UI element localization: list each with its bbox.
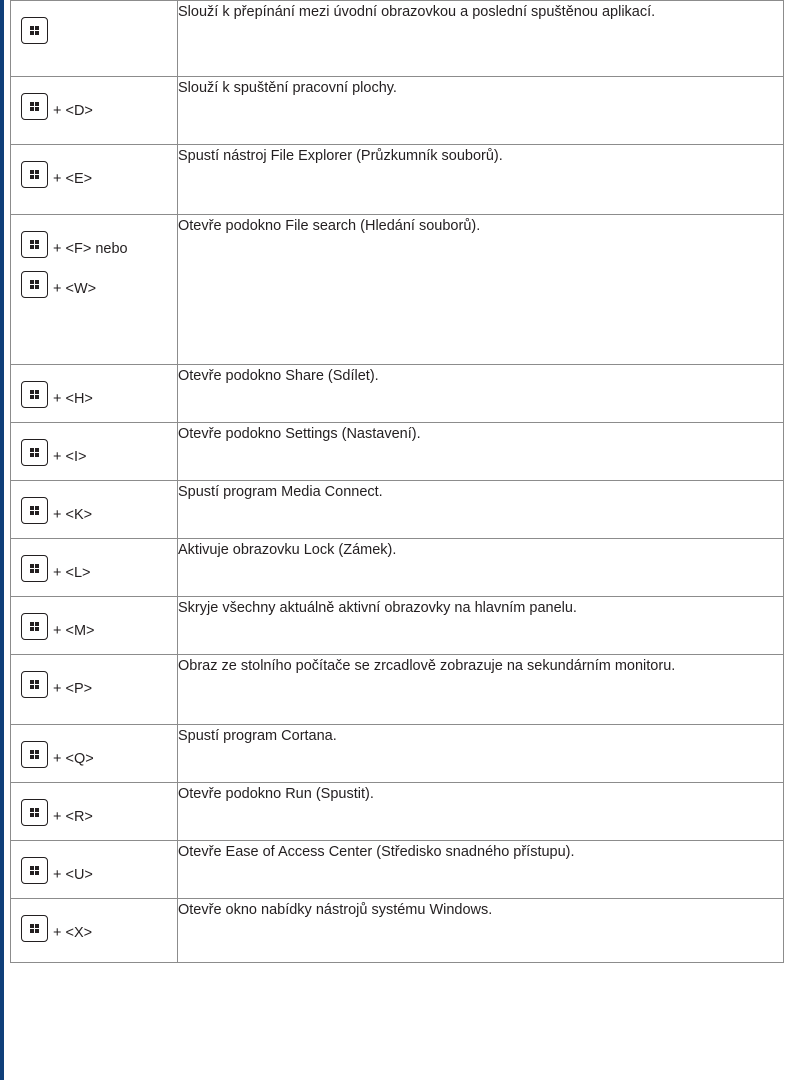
windows-key-icon [21,857,48,884]
key-combination: + <Q> [21,741,177,769]
windows-key-icon [21,555,48,582]
shortcut-row: + <F> nebo + <W> Otevře podokno File searc… [10,214,784,365]
windows-key-icon [21,231,48,258]
windows-key-icon [21,271,48,298]
shortcut-description: Slouží k přepínání mezi úvodní obrazovko… [177,0,784,77]
key-combination: + <F> nebo [21,231,177,259]
key-suffix: + <E> [53,171,93,187]
key-suffix: + <M> [53,623,95,639]
shortcut-row: + <M> Skryje všechny aktuálně aktivní obr… [10,596,784,655]
shortcut-keys-cell: + <U> [10,840,178,899]
shortcut-row: + <D> Slouží k spuštění pracovní plochy. [10,76,784,145]
shortcut-keys-cell: + <L> [10,538,178,597]
shortcut-keys-cell: + <H> [10,364,178,423]
shortcut-row: + <K> Spustí program Media Connect. [10,480,784,539]
key-suffix: + <K> [53,507,93,523]
key-suffix: + <W> [53,281,97,297]
shortcut-description: Obraz ze stolního počítače se zrcadlově … [177,654,784,725]
key-combination: + <U> [21,857,177,885]
shortcut-row: + <I> Otevře podokno Settings (Nastavení)… [10,422,784,481]
shortcut-description: Spustí program Media Connect. [177,480,784,539]
key-combination: + <H> [21,381,177,409]
windows-key-icon [21,381,48,408]
key-suffix: + <H> [53,391,93,407]
shortcut-description: Otevře podokno Run (Spustit). [177,782,784,841]
windows-key-icon [21,497,48,524]
shortcut-keys-cell: + <R> [10,782,178,841]
shortcut-description: Spustí program Cortana. [177,724,784,783]
shortcut-row: + <H> Otevře podokno Share (Sdílet). [10,364,784,423]
shortcut-row: + <R> Otevře podokno Run (Spustit). [10,782,784,841]
shortcut-keys-cell: + <I> [10,422,178,481]
key-combination: + <P> [21,671,177,699]
shortcut-description: Spustí nástroj File Explorer (Průzkumník… [177,144,784,215]
key-combination: + <X> [21,915,177,943]
shortcut-row: + <E> Spustí nástroj File Explorer (Průzk… [10,144,784,215]
windows-key-icon [21,741,48,768]
windows-key-icon [21,799,48,826]
key-combination: + <K> [21,497,177,525]
shortcut-description: Otevře podokno File search (Hledání soub… [177,214,784,365]
shortcut-description: Otevře Ease of Access Center (Středisko … [177,840,784,899]
shortcut-description: Otevře okno nabídky nástrojů systému Win… [177,898,784,963]
shortcut-row: + <P> Obraz ze stolního počítače se zrcad… [10,654,784,725]
windows-key-icon [21,93,48,120]
shortcut-row: + <L> Aktivuje obrazovku Lock (Zámek). [10,538,784,597]
shortcut-description: Skryje všechny aktuálně aktivní obrazovk… [177,596,784,655]
key-suffix: + <F> nebo [53,241,128,257]
shortcut-keys-cell: + <P> [10,654,178,725]
key-combination [21,17,177,45]
windows-key-icon [21,161,48,188]
shortcut-row: Slouží k přepínání mezi úvodní obrazovko… [10,0,784,77]
key-combination: + <M> [21,613,177,641]
shortcut-keys-cell [10,0,178,77]
shortcut-table-body: Slouží k přepínání mezi úvodní obrazovko… [10,0,784,963]
key-suffix: + <R> [53,809,93,825]
shortcut-keys-cell: + <K> [10,480,178,539]
shortcut-table: Slouží k přepínání mezi úvodní obrazovko… [10,0,784,963]
shortcut-row: + <Q> Spustí program Cortana. [10,724,784,783]
shortcut-keys-cell: + <M> [10,596,178,655]
key-combination: + <E> [21,161,177,189]
windows-key-icon [21,439,48,466]
key-combination: + <D> [21,93,177,121]
shortcut-description: Aktivuje obrazovku Lock (Zámek). [177,538,784,597]
windows-key-icon [21,17,48,44]
shortcut-description: Otevře podokno Settings (Nastavení). [177,422,784,481]
shortcut-description: Slouží k spuštění pracovní plochy. [177,76,784,145]
shortcut-row: + <X> Otevře okno nabídky nástrojů systém… [10,898,784,963]
key-suffix: + <L> [53,565,91,581]
windows-key-icon [21,671,48,698]
shortcut-description: Otevře podokno Share (Sdílet). [177,364,784,423]
shortcut-keys-cell: + <D> [10,76,178,145]
key-combination: + <I> [21,439,177,467]
key-suffix: + <U> [53,867,93,883]
shortcut-keys-cell: + <Q> [10,724,178,783]
shortcut-keys-cell: + <E> [10,144,178,215]
shortcut-keys-cell: + <F> nebo + <W> [10,214,178,365]
key-combination: + <L> [21,555,177,583]
key-suffix: + <X> [53,925,93,941]
key-combination: + <W> [21,271,177,299]
key-suffix: + <P> [53,681,93,697]
shortcut-keys-cell: + <X> [10,898,178,963]
key-suffix: + <I> [53,449,87,465]
page: Slouží k přepínání mezi úvodní obrazovko… [0,0,790,1080]
key-suffix: + <Q> [53,751,94,767]
windows-key-icon [21,613,48,640]
key-suffix: + <D> [53,103,93,119]
shortcut-row: + <U> Otevře Ease of Access Center (Střed… [10,840,784,899]
accent-bar [0,0,4,1080]
key-combination: + <R> [21,799,177,827]
windows-key-icon [21,915,48,942]
